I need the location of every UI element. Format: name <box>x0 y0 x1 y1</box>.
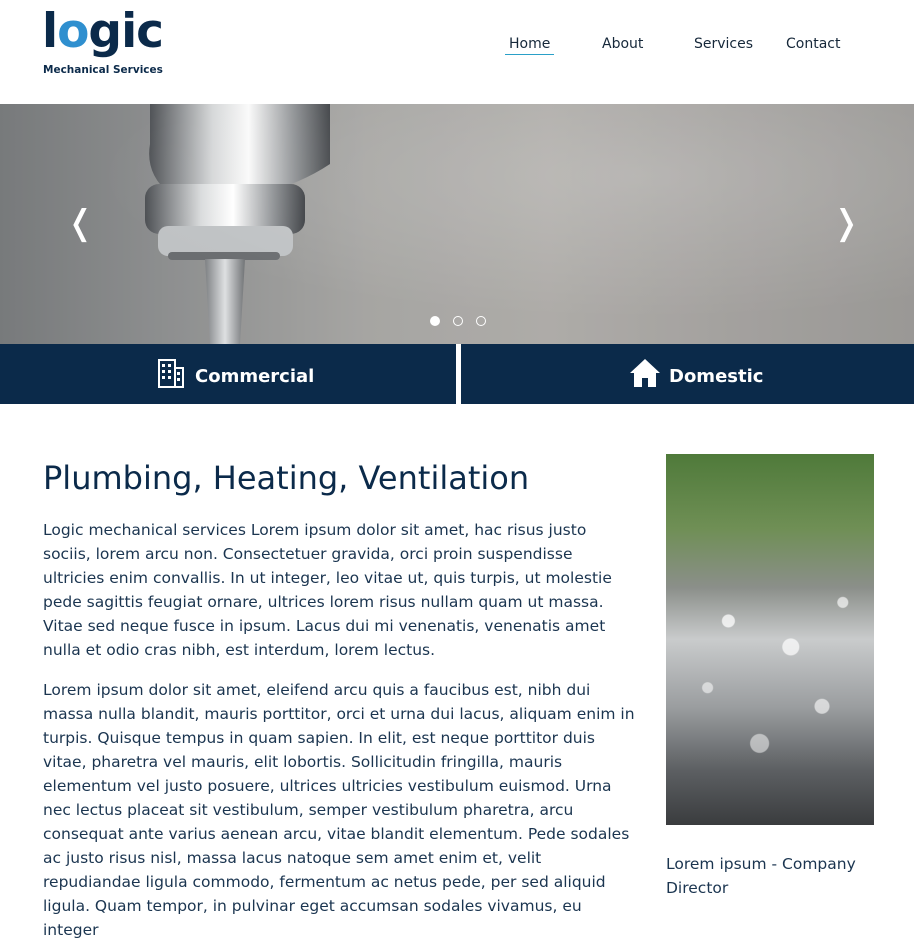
main-nav: Home About Services Contact <box>0 34 914 58</box>
slide-dot-1[interactable] <box>430 316 440 326</box>
hero-overlay <box>0 104 914 344</box>
prev-slide-button[interactable]: ❬ <box>66 206 95 240</box>
next-slide-button[interactable]: ❭ <box>832 206 861 240</box>
water-droplets-image <box>666 454 874 825</box>
domestic-button[interactable]: Domestic <box>461 344 914 404</box>
category-bar: Commercial Domestic <box>0 344 914 404</box>
domestic-label: Domestic <box>669 366 764 387</box>
logo-tagline: Mechanical Services <box>43 64 163 76</box>
building-icon <box>158 359 184 388</box>
slide-dot-2[interactable] <box>453 316 463 326</box>
commercial-label: Commercial <box>195 366 315 387</box>
commercial-button[interactable]: Commercial <box>0 344 456 404</box>
nav-contact[interactable]: Contact <box>786 34 840 54</box>
body-paragraph: Lorem ipsum dolor sit amet, eleifend arc… <box>43 681 635 939</box>
nav-about[interactable]: About <box>602 34 643 54</box>
slide-dot-3[interactable] <box>476 316 486 326</box>
image-caption: Lorem ipsum - Company Director <box>666 855 856 897</box>
hero-carousel: ❬ ❭ <box>0 104 914 344</box>
chevron-right-icon: ❭ <box>832 203 861 243</box>
nav-services[interactable]: Services <box>694 34 753 54</box>
site-header: logic Mechanical Services Home About Ser… <box>0 0 914 104</box>
chevron-left-icon: ❬ <box>66 203 95 243</box>
home-icon <box>630 359 660 387</box>
page-title: Plumbing, Heating, Ventilation <box>43 459 530 497</box>
nav-home[interactable]: Home <box>504 34 555 55</box>
main-content: Plumbing, Heating, Ventilation Logic mec… <box>0 404 914 939</box>
droplets-texture <box>666 454 874 825</box>
intro-paragraph: Logic mechanical services Lorem ipsum do… <box>43 521 612 659</box>
